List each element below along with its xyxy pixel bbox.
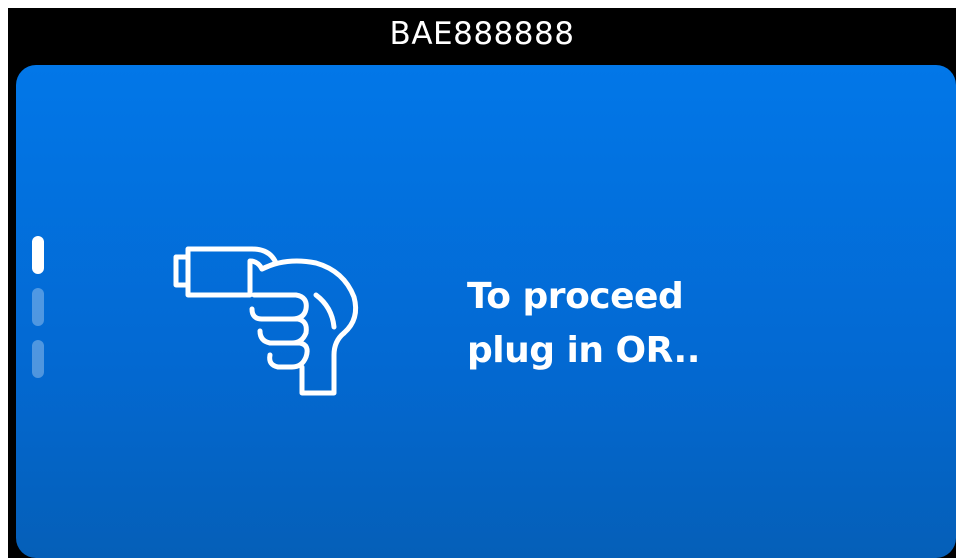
hand-holding-charging-plug-icon <box>166 235 366 405</box>
message-line-1: To proceed <box>467 276 684 317</box>
device-id: BAE888888 <box>389 16 575 52</box>
page-indicator-dot-2[interactable] <box>32 288 44 326</box>
instruction-card[interactable]: To proceed plug in OR.. <box>16 65 956 558</box>
instruction-message: To proceed plug in OR.. <box>467 270 700 378</box>
page-indicator-dot-1[interactable] <box>32 236 44 274</box>
message-line-2: plug in OR.. <box>467 330 700 371</box>
screen-frame: BAE888888 To proceed plug in OR.. <box>8 8 956 558</box>
page-indicator <box>32 236 44 378</box>
page-indicator-dot-3[interactable] <box>32 340 44 378</box>
device-id-header: BAE888888 <box>8 8 956 60</box>
